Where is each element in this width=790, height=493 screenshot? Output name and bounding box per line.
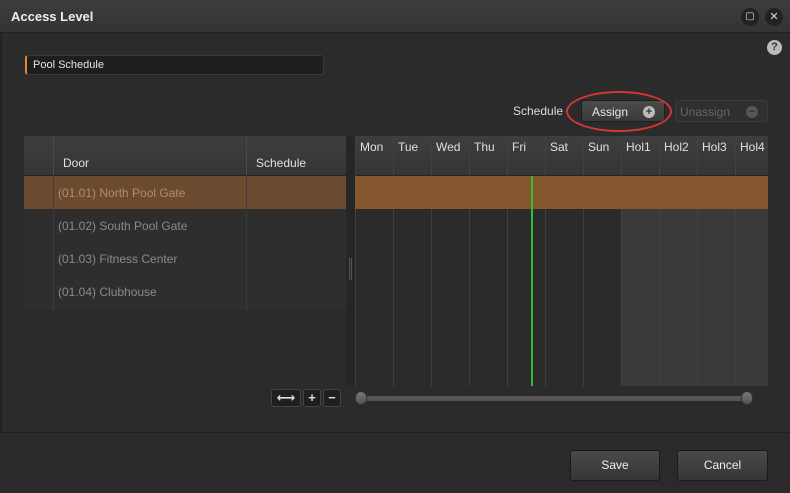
day-column: Hol3 [697,136,735,386]
scrollbar-right-handle[interactable] [741,391,753,405]
day-column-header: Hol1 [622,136,659,176]
day-column-header: Sun [584,136,621,176]
table-row[interactable]: (01.04) Clubhouse [24,275,346,308]
day-column-header: Hol2 [660,136,697,176]
timeline-scrollbar[interactable] [355,389,755,407]
access-level-name-input[interactable] [25,55,324,75]
scrollbar-track[interactable] [363,396,747,401]
day-column: Hol2 [659,136,697,386]
highlight-ring [566,91,672,132]
day-column: Thu [469,136,507,386]
day-column-header: Thu [470,136,507,176]
day-column: Sat [545,136,583,386]
day-column: Sun [583,136,621,386]
zoom-controls: ⟷ + − [271,389,342,407]
minus-circle-icon: − [746,106,758,118]
title-bar: Access Level ▢ ✕ [0,0,790,33]
door-cell: (01.03) Fitness Center [58,252,178,266]
cancel-button[interactable]: Cancel [677,450,768,481]
day-column-header: Sat [546,136,583,176]
unassign-button: Unassign − [675,100,768,122]
door-grid: Door Schedule (01.01) North Pool Gate (0… [24,136,346,310]
column-divider [246,176,247,310]
pane-splitter[interactable] [346,136,355,386]
door-column-header[interactable]: Door [53,136,246,176]
schedule-label: Schedule [513,104,564,118]
day-column: Wed [431,136,469,386]
schedule-timeline: Mon Tue Wed Thu Fri Sat Sun Hol1 Hol2 Hol3 Hol4 [355,136,768,386]
scrollbar-left-handle[interactable] [355,391,367,405]
fit-width-button[interactable]: ⟷ [271,389,301,407]
zoom-in-button[interactable]: + [303,389,321,407]
maximize-icon[interactable]: ▢ [741,8,759,26]
door-grid-header: Door Schedule [24,136,346,176]
day-column: Tue [393,136,431,386]
close-icon[interactable]: ✕ [765,8,783,26]
door-cell: (01.01) North Pool Gate [58,186,186,200]
row-indicator-header [24,136,53,176]
day-column-header: Hol4 [736,136,768,176]
zoom-out-button[interactable]: − [323,389,341,407]
day-column-header: Tue [394,136,431,176]
door-cell: (01.02) South Pool Gate [58,219,188,233]
day-column-header: Mon [356,136,393,176]
day-column: Fri [507,136,545,386]
selected-row-band[interactable] [355,176,768,209]
day-column-header: Wed [432,136,469,176]
window-edge [0,33,2,433]
current-time-indicator [531,176,533,386]
splitter-grip-icon [349,258,352,280]
table-row[interactable]: (01.01) North Pool Gate [24,176,346,209]
day-column: Hol4 [735,136,768,386]
unassign-label: Unassign [680,105,731,119]
help-icon[interactable]: ? [767,40,782,55]
day-column: Hol1 [621,136,659,386]
door-grid-body: (01.01) North Pool Gate (01.02) South Po… [24,176,346,310]
table-row[interactable]: (01.03) Fitness Center [24,242,346,275]
day-column-header: Hol3 [698,136,735,176]
table-row[interactable]: (01.02) South Pool Gate [24,209,346,242]
save-button[interactable]: Save [570,450,660,481]
door-cell: (01.04) Clubhouse [58,285,157,299]
dialog-footer [0,432,790,493]
column-divider [53,176,54,310]
schedule-column-header[interactable]: Schedule [246,136,346,176]
day-column: Mon [355,136,393,386]
day-column-header: Fri [508,136,545,176]
window-title: Access Level [11,9,94,24]
